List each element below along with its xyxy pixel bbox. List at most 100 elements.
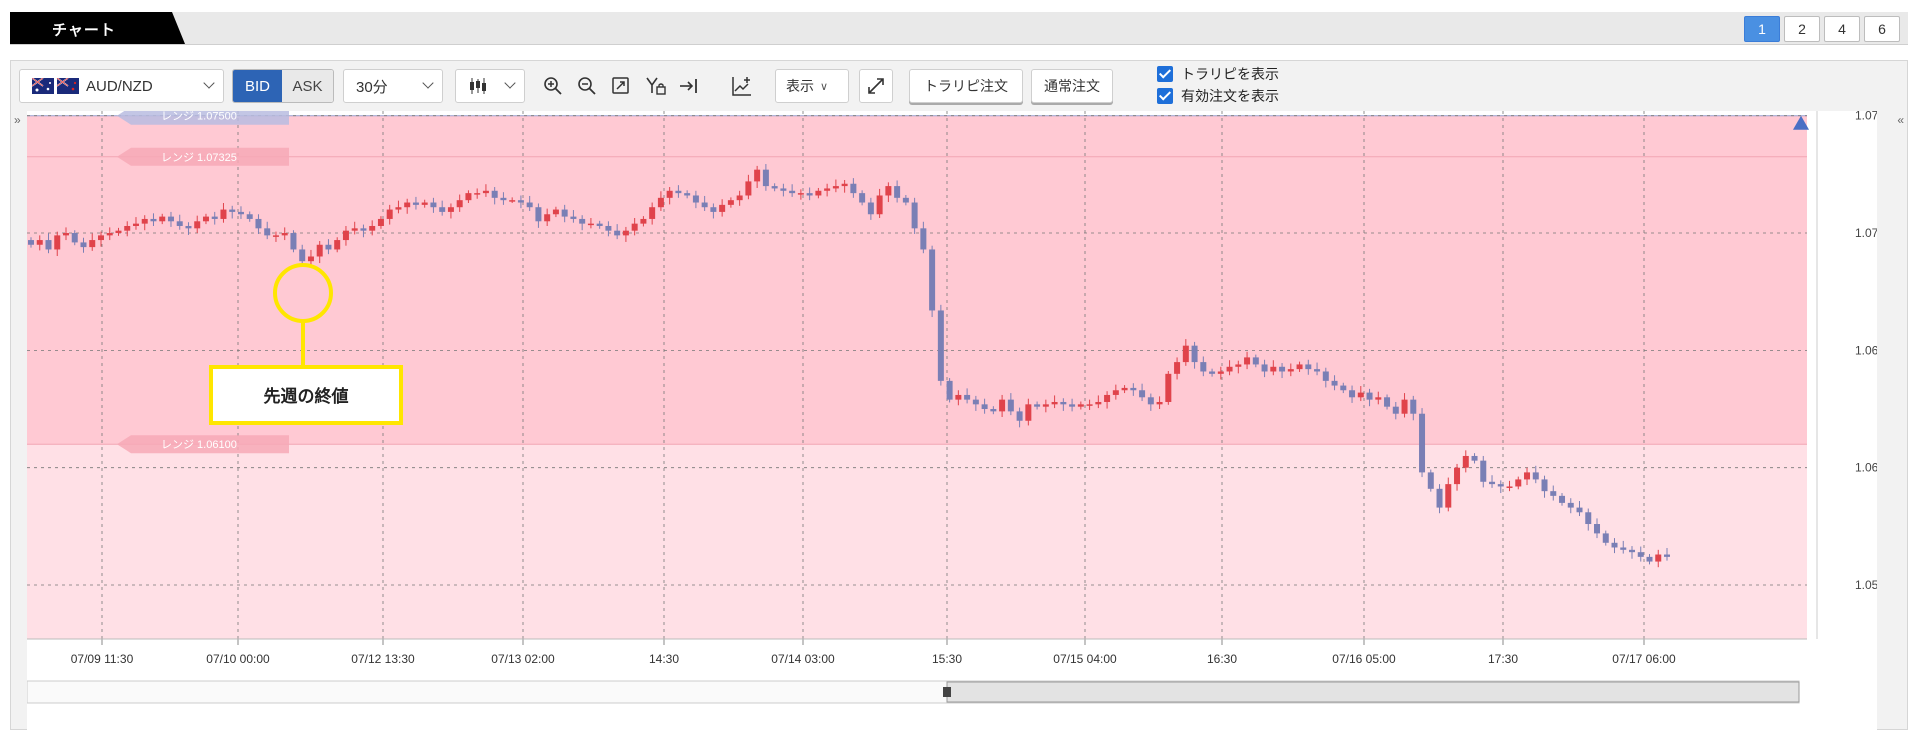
fullscreen-button[interactable] (859, 69, 893, 103)
zoom-out-icon[interactable] (577, 76, 597, 96)
candle-body (815, 190, 822, 196)
fit-icon[interactable] (611, 76, 631, 96)
candle-body (430, 202, 437, 208)
candle-body (474, 193, 481, 195)
candle-body (237, 211, 244, 215)
candle-body (1182, 345, 1189, 363)
candle-body (36, 240, 43, 245)
candle-body (1637, 552, 1644, 557)
candle-body (1532, 472, 1539, 480)
candle-body (1410, 399, 1417, 414)
candle-body (754, 169, 761, 182)
normal-order-button[interactable]: 通常注文 (1031, 69, 1113, 103)
candle-body (264, 228, 271, 236)
candle-body (1095, 401, 1102, 405)
candle-body (1620, 547, 1627, 550)
display-menu[interactable]: 表示 ∨ (775, 69, 849, 103)
timeframe-select[interactable]: 30分 (343, 69, 443, 103)
layout-button-1[interactable]: 1 (1744, 16, 1780, 42)
ask-button[interactable]: ASK (282, 70, 333, 102)
show-active-orders-checkbox[interactable]: 有効注文を表示 (1157, 86, 1279, 106)
add-indicator-icon (732, 77, 751, 96)
scroll-handle-icon (943, 687, 951, 697)
price-chart[interactable]: 1.07500 1.07000 1.06500 1.06000 1.05500 07/09… (26, 106, 1899, 731)
y-tick-label: 1.06000 (1855, 461, 1877, 475)
candle-body (1086, 404, 1093, 406)
candle-body (605, 225, 612, 231)
y-tick-label: 1.05500 (1855, 578, 1877, 592)
candle-body (465, 193, 472, 201)
candle-body (946, 380, 953, 400)
candle-body (1550, 491, 1557, 496)
candle-body (194, 221, 201, 229)
layout-buttons: 1 2 4 6 (1744, 16, 1900, 42)
trail-order-button[interactable]: トラリピ注文 (909, 69, 1023, 103)
annotation-label: 先週の終値 (264, 386, 349, 406)
scroll-end-icon[interactable] (679, 76, 699, 96)
candle-body (220, 209, 227, 219)
candle-body (762, 169, 769, 187)
candle-body (1445, 484, 1452, 508)
pair-select[interactable]: AUD/NZD (19, 69, 224, 103)
candle-body (45, 240, 52, 250)
candle-body (1480, 460, 1487, 482)
fullscreen-icon (868, 78, 884, 94)
candle-body (1051, 401, 1058, 405)
x-tick-label: 07/10 00:00 (206, 652, 270, 666)
candle-body (54, 235, 61, 250)
layout-button-4[interactable]: 4 (1824, 16, 1860, 42)
layout-button-2[interactable]: 2 (1784, 16, 1820, 42)
candle-body (1130, 387, 1137, 391)
expand-right-icon[interactable]: « (1897, 113, 1904, 127)
pair-label: AUD/NZD (86, 77, 153, 95)
candle-body (1322, 371, 1329, 381)
bid-button[interactable]: BID (233, 70, 283, 102)
expand-left-icon[interactable]: » (14, 113, 21, 127)
double-chevron-icon: ∨ (820, 80, 829, 93)
chart-panel: AUD/NZD BID ASK 30分 表示 ∨ トラリピ注文 通常注文 トラリ… (10, 60, 1908, 731)
candle-body (1235, 364, 1242, 367)
candle-body (1331, 380, 1338, 386)
candle-body (80, 242, 87, 248)
candle-body (1594, 524, 1601, 534)
zoom-in-icon[interactable] (543, 76, 563, 96)
candle-body (325, 244, 332, 250)
show-trail-checkbox[interactable]: トラリピを表示 (1157, 64, 1279, 84)
candle-body (1252, 357, 1259, 365)
x-tick-label: 14:30 (649, 652, 679, 666)
candle-body (404, 202, 411, 208)
add-indicator-tool[interactable] (731, 69, 761, 103)
candle-body (1279, 366, 1286, 372)
candle-body (727, 200, 734, 205)
candle-body (937, 310, 944, 381)
page-title: チャート (52, 22, 116, 39)
candle-body (902, 197, 909, 203)
x-tick-label: 16:30 (1207, 652, 1237, 666)
candle-body (176, 221, 183, 226)
candle-body (1217, 371, 1224, 374)
candle-body (666, 190, 673, 198)
chart-area[interactable]: 1.07500 1.07000 1.06500 1.06000 1.05500 07/09… (26, 106, 1899, 731)
candle-body (1016, 411, 1023, 421)
candle-body (1191, 345, 1198, 363)
candle-body (159, 216, 166, 222)
candle-body (1104, 394, 1111, 402)
candle-body (1077, 404, 1084, 407)
candle-body (517, 200, 524, 203)
y-lock-icon[interactable] (645, 76, 667, 96)
x-tick-label: 07/12 13:30 (351, 652, 415, 666)
x-tick-label: 07/13 02:00 (491, 652, 555, 666)
candle-body (964, 394, 971, 400)
candle-body (885, 186, 892, 196)
candle-body (526, 202, 533, 208)
candle-body (1489, 481, 1496, 485)
candle-body (1436, 488, 1443, 508)
candle-body (657, 197, 664, 208)
chart-toolbar: AUD/NZD BID ASK 30分 表示 ∨ トラリピ注文 通常注文 トラリ… (11, 61, 1907, 111)
layout-button-6[interactable]: 6 (1864, 16, 1900, 42)
candle-body (456, 200, 463, 208)
candle-body (701, 202, 708, 208)
candle-body (1165, 373, 1172, 402)
candle-body (1314, 369, 1321, 372)
chart-type-select[interactable] (455, 69, 525, 103)
